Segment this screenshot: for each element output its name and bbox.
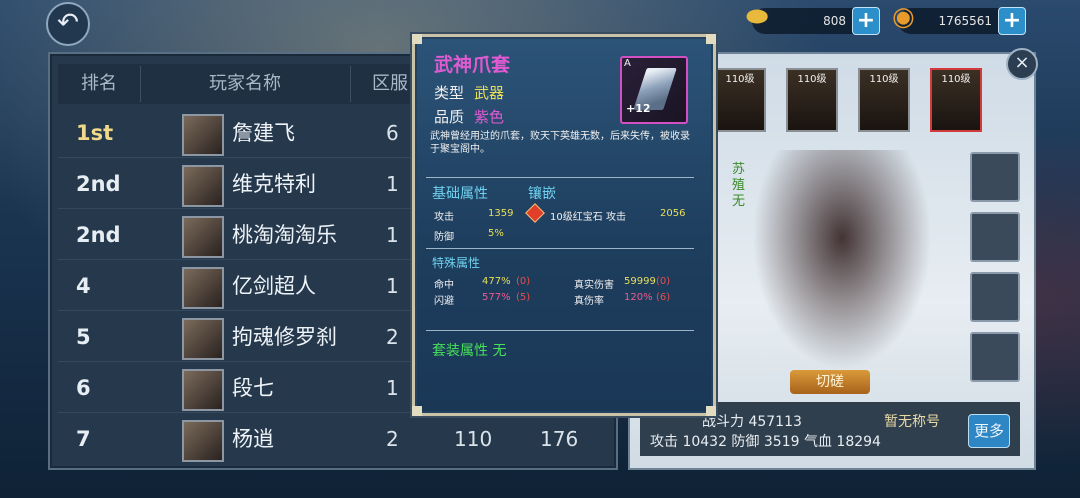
add-coin-button[interactable]: + — [998, 7, 1026, 35]
avatar — [182, 369, 224, 411]
server-value: 1 — [386, 223, 399, 247]
attr-value: 5% — [488, 228, 504, 239]
stats-line: 攻击 10432 防御 3519 气血 18294 — [650, 434, 881, 450]
special-label: 真伤率 — [574, 296, 604, 307]
gem-attr: 攻击 — [606, 212, 626, 223]
column-player-name: 玩家名称 — [209, 73, 281, 94]
server-value: 1 — [386, 376, 399, 400]
special-value: 477% — [482, 276, 511, 287]
special-label: 闪避 — [434, 296, 454, 307]
score-value: 176 — [540, 427, 579, 451]
hero-level: 110级 — [725, 74, 755, 85]
close-icon: × — [1014, 52, 1030, 73]
avatar — [182, 165, 224, 207]
server-value: 6 — [386, 121, 399, 145]
equip-slot[interactable] — [970, 272, 1020, 322]
close-button[interactable]: × — [1006, 48, 1038, 80]
coin-counter: ◉ 1765561 + — [892, 4, 1026, 35]
gem-name: 10级红宝石 — [550, 212, 603, 223]
special-extra: (5) — [516, 292, 531, 303]
attr-value: 1359 — [488, 208, 514, 219]
base-attrs-title: 基础属性 — [432, 186, 488, 202]
gem-value: 2056 — [660, 208, 686, 219]
special-extra: (0) — [516, 276, 531, 287]
hero-level: 110级 — [869, 74, 899, 85]
hero-slot-selected[interactable]: 110级 — [930, 68, 982, 132]
title-text: 暂无称号 — [884, 414, 940, 430]
back-arrow-icon: ↶ — [57, 8, 79, 38]
rank-value: 2nd — [76, 172, 121, 196]
equip-slot[interactable] — [970, 332, 1020, 382]
rank-value: 6 — [76, 376, 91, 400]
player-name: 段七 — [232, 376, 274, 400]
special-value: 120% — [624, 292, 653, 303]
rank-value: 5 — [76, 325, 91, 349]
avatar — [182, 216, 224, 258]
special-value: 59999 — [624, 276, 656, 287]
server-value: 2 — [386, 325, 399, 349]
hero-level: 110级 — [797, 74, 827, 85]
special-value: 577% — [482, 292, 511, 303]
gold-ingot-icon: ⬬ — [746, 2, 769, 32]
hero-slot[interactable]: 110级 — [858, 68, 910, 132]
character-name: 苏殖无 — [732, 162, 746, 209]
coin-value: 1765561 — [938, 14, 992, 28]
table-row[interactable]: 7 杨逍 2 110 176 — [58, 414, 608, 464]
item-enhance-level: +12 — [626, 102, 651, 115]
player-name: 杨逍 — [232, 427, 274, 451]
equip-slot[interactable] — [970, 212, 1020, 262]
gold-ingot-value: 808 — [823, 14, 846, 28]
special-extra: (6) — [656, 292, 671, 303]
type-value: 武器 — [474, 84, 505, 102]
power-line: 战斗力 457113 — [702, 414, 802, 430]
hero-level: 110级 — [941, 74, 971, 85]
attr-label: 防御 — [434, 232, 454, 243]
hero-slot[interactable]: 110级 — [714, 68, 766, 132]
rank-value: 7 — [76, 427, 91, 451]
player-name: 詹建飞 — [232, 121, 295, 145]
attr-label: 攻击 — [434, 212, 454, 223]
rank-value: 1st — [76, 121, 114, 145]
quality-label: 品质 — [434, 108, 465, 126]
spar-button[interactable]: 切磋 — [790, 370, 870, 394]
level-value: 110 — [454, 427, 493, 451]
player-name: 亿剑超人 — [232, 274, 316, 298]
server-value: 1 — [386, 274, 399, 298]
avatar — [182, 267, 224, 309]
item-icon: A +12 — [620, 56, 688, 124]
special-extra: (0) — [656, 276, 671, 287]
player-name: 维克特利 — [232, 172, 316, 196]
item-name: 武神爪套 — [434, 54, 511, 76]
avatar — [182, 420, 224, 462]
special-attrs-title: 特殊属性 — [432, 256, 481, 270]
set-attrs-line: 套装属性 无 — [432, 343, 507, 359]
column-rank: 排名 — [81, 73, 117, 94]
rank-value: 2nd — [76, 223, 121, 247]
special-label: 命中 — [434, 280, 454, 291]
coin-icon: ◉ — [892, 2, 915, 32]
type-label: 类型 — [434, 84, 465, 102]
avatar — [182, 114, 224, 156]
server-value: 1 — [386, 172, 399, 196]
player-name: 拘魂修罗刹 — [232, 325, 337, 349]
more-button[interactable]: 更多 — [968, 414, 1010, 448]
equip-slot[interactable] — [970, 152, 1020, 202]
quality-value: 紫色 — [474, 108, 505, 126]
character-figure — [752, 150, 932, 370]
player-name: 桃淘淘淘乐 — [232, 223, 337, 247]
gold-ingot-counter: ⬬ 808 + — [746, 4, 880, 35]
hero-slot[interactable]: 110级 — [786, 68, 838, 132]
special-label: 真实伤害 — [574, 280, 614, 291]
inlay-title: 镶嵌 — [528, 186, 556, 202]
server-value: 2 — [386, 427, 399, 451]
add-gold-button[interactable]: + — [852, 7, 880, 35]
rank-value: 4 — [76, 274, 91, 298]
item-description: 武神曾经用过的爪套，败天下英雄无数，后来失传，被收录于聚宝阁中。 — [430, 131, 690, 155]
back-button[interactable]: ↶ — [46, 2, 90, 46]
item-grade: A — [624, 58, 631, 69]
avatar — [182, 318, 224, 360]
